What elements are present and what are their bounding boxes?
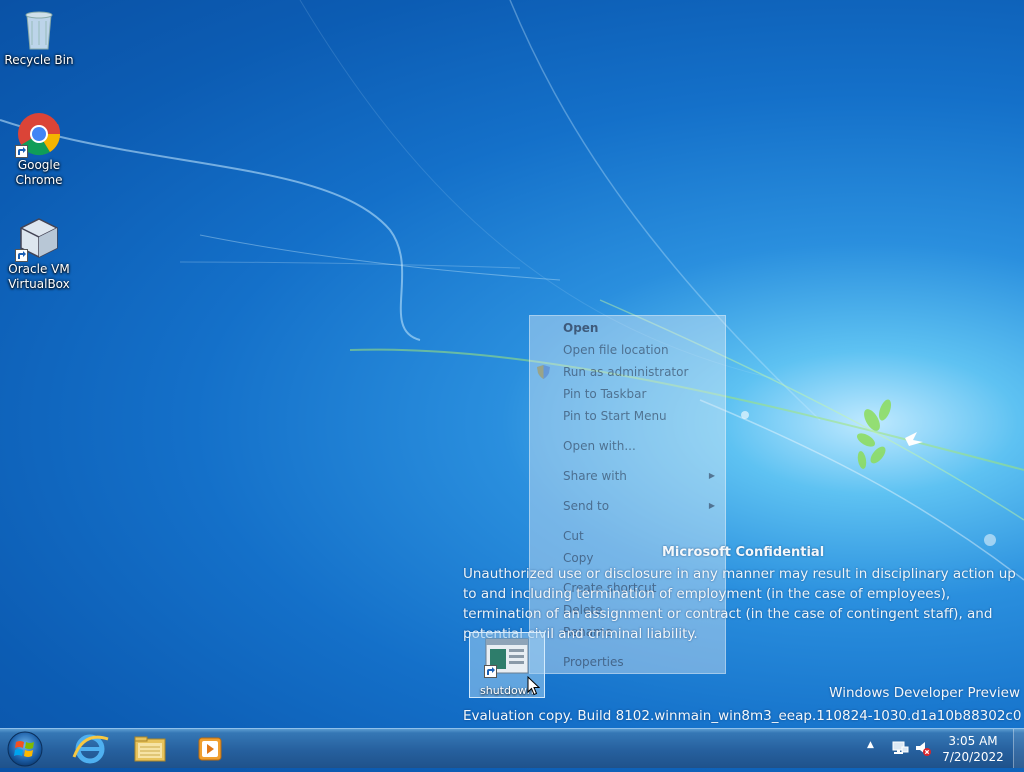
shortcut-arrow-icon <box>15 249 28 262</box>
start-button[interactable] <box>5 730 45 768</box>
oracle-vm-virtualbox-desktop-icon[interactable]: Oracle VM VirtualBox <box>1 216 77 292</box>
clock-date: 7/20/2022 <box>942 750 1004 764</box>
dragged-shortcut-label: shutdown <box>480 684 534 697</box>
shield-icon <box>537 365 550 379</box>
chrome-icon <box>15 112 61 158</box>
google-chrome-label: Google Chrome <box>15 158 63 187</box>
submenu-arrow-icon: ▶ <box>708 501 715 510</box>
menu-item-run-as-administrator[interactable]: Run as administrator <box>530 362 725 382</box>
submenu-arrow-icon: ▶ <box>708 471 715 480</box>
mouse-cursor-icon <box>527 676 540 696</box>
virtualbox-label: Oracle VM VirtualBox <box>8 262 70 291</box>
internet-explorer-icon <box>72 734 109 764</box>
media-player-icon <box>198 737 222 761</box>
show-hidden-icons-button[interactable]: ▲ <box>867 740 874 750</box>
system-clock[interactable]: 3:05 AM 7/20/2022 <box>930 733 1016 765</box>
recycle-bin-label: Recycle Bin <box>4 53 74 67</box>
clock-time: 3:05 AM <box>948 734 998 748</box>
menu-item-label: Share with <box>563 469 627 483</box>
shortcut-arrow-icon <box>484 665 497 678</box>
menu-item-open-with[interactable]: Open with... <box>530 436 725 456</box>
watermark-preview: Windows Developer Preview <box>829 685 1020 701</box>
menu-item-label: Run as administrator <box>563 365 689 379</box>
watermark-notice: Unauthorized use or disclosure in any ma… <box>463 566 1016 642</box>
shortcut-arrow-icon <box>15 145 28 158</box>
taskbar: ▲ 3:05 AM 7/20/2022 <box>0 728 1024 768</box>
recycle-bin-desktop-icon[interactable]: Recycle Bin <box>1 7 77 68</box>
virtualbox-icon <box>15 216 61 262</box>
show-desktop-button[interactable] <box>1013 729 1024 768</box>
menu-item-properties[interactable]: Properties <box>530 652 725 672</box>
taskbar-internet-explorer[interactable] <box>62 731 118 767</box>
menu-item-share-with[interactable]: Share with ▶ <box>530 466 725 486</box>
watermark-evaluation: Evaluation copy. Build 8102.winmain_win8… <box>463 708 1021 724</box>
google-chrome-desktop-icon[interactable]: Google Chrome <box>1 112 77 188</box>
menu-item-open[interactable]: Open <box>530 318 725 338</box>
menu-item-label: Send to <box>563 499 610 513</box>
menu-item-send-to[interactable]: Send to ▶ <box>530 496 725 516</box>
file-explorer-icon <box>134 736 166 762</box>
menu-item-pin-to-start-menu[interactable]: Pin to Start Menu <box>530 406 725 426</box>
menu-item-pin-to-taskbar[interactable]: Pin to Taskbar <box>530 384 725 404</box>
menu-item-open-file-location[interactable]: Open file location <box>530 340 725 360</box>
network-icon[interactable] <box>891 739 909 757</box>
watermark-title: Microsoft Confidential <box>662 545 825 560</box>
taskbar-file-explorer[interactable] <box>122 731 178 767</box>
menu-item-cut[interactable]: Cut <box>530 526 725 546</box>
recycle-bin-icon <box>17 7 61 51</box>
windows-orb-icon <box>7 731 43 767</box>
taskbar-media-player[interactable] <box>182 731 238 767</box>
